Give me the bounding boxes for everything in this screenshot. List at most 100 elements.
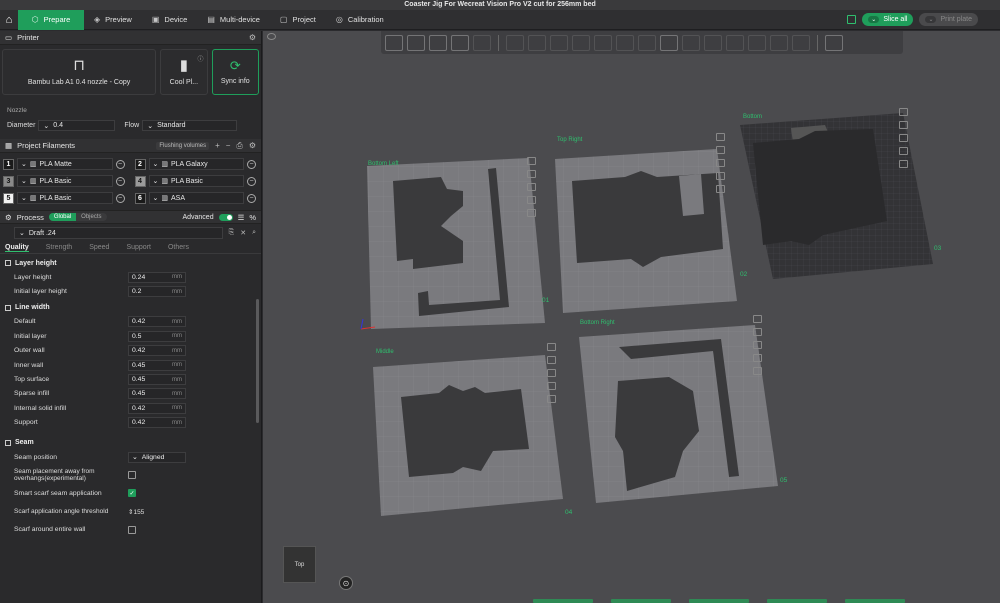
orient-plate-icon[interactable] xyxy=(899,134,908,142)
sync-info-button[interactable]: ⟳ Sync info xyxy=(211,49,259,95)
save-preset-icon[interactable]: ⎘ xyxy=(229,229,235,237)
setting-input[interactable]: 0.45 mm xyxy=(128,388,186,400)
setting-input[interactable]: 0.45 mm xyxy=(128,374,186,386)
setting-input[interactable]: 0.42 mm xyxy=(128,316,186,328)
diameter-select[interactable]: ⌄ 0.4 xyxy=(38,120,116,131)
orient-plate-icon[interactable] xyxy=(547,369,556,377)
tab-preview[interactable]: ◈ Preview xyxy=(84,10,142,30)
remove-filament-icon[interactable]: − xyxy=(115,159,125,169)
filament-select[interactable]: ⌄ ▥ ASA xyxy=(148,192,244,204)
setting-input[interactable]: 0.2 mm xyxy=(128,286,186,298)
close-plate-icon[interactable] xyxy=(753,315,762,323)
smart-scarf-checkbox[interactable]: ✓ xyxy=(128,489,136,498)
settings-scrollbar[interactable] xyxy=(256,299,259,423)
info-icon[interactable]: ⓘ xyxy=(198,54,204,63)
plate-thumb[interactable] xyxy=(689,599,749,603)
remove-filament-icon[interactable]: − xyxy=(247,193,256,203)
lock-plate-icon[interactable] xyxy=(527,196,536,204)
plate-4[interactable] xyxy=(373,355,563,516)
filament-number[interactable]: 6 xyxy=(134,192,146,204)
orient-plate-icon[interactable] xyxy=(527,183,536,191)
setting-input[interactable]: 0.42 mm xyxy=(128,417,186,429)
plate-5[interactable] xyxy=(579,325,778,503)
list-icon[interactable]: ☰ xyxy=(238,213,245,222)
setting-input[interactable]: 0.24 mm xyxy=(128,271,186,283)
subtab-others[interactable]: Others xyxy=(168,244,189,251)
lock-plate-icon[interactable] xyxy=(716,172,725,180)
process-preset-select[interactable]: ⌄ Draft .24 xyxy=(14,227,223,239)
plate-list-icon[interactable] xyxy=(847,15,857,24)
3d-viewport[interactable]: Bottom Left 01 Top Right 02 Bottom 03 Mi… xyxy=(263,31,1000,603)
view-cube[interactable]: Top xyxy=(283,546,316,583)
setting-input[interactable]: 0.5 mm xyxy=(128,330,186,342)
seam-position-select[interactable]: ⌄ Aligned xyxy=(128,451,186,463)
setting-input[interactable]: 0.45 mm xyxy=(128,359,186,371)
plate-thumb[interactable] xyxy=(767,599,827,603)
close-plate-icon[interactable] xyxy=(716,133,725,141)
subtab-strength[interactable]: Strength xyxy=(46,244,72,251)
arrange-plate-icon[interactable] xyxy=(547,356,556,364)
printer-settings-icon[interactable]: ⚙ xyxy=(249,33,256,42)
lock-plate-icon[interactable] xyxy=(899,147,908,155)
remove-icon[interactable]: − xyxy=(226,141,231,150)
setting-input[interactable]: 0.42 mm xyxy=(128,402,186,414)
filament-select[interactable]: ⌄ ▥ PLA Basic xyxy=(17,192,113,204)
arrange-plate-icon[interactable] xyxy=(527,170,536,178)
plate-1[interactable] xyxy=(367,158,545,329)
orient-plate-icon[interactable] xyxy=(716,159,725,167)
tab-project[interactable]: ▢ Project xyxy=(270,10,326,30)
arrange-plate-icon[interactable] xyxy=(899,121,908,129)
filament-number[interactable]: 5 xyxy=(3,192,14,204)
add-icon[interactable]: + xyxy=(215,141,220,150)
subtab-support[interactable]: Support xyxy=(126,244,151,251)
subtab-quality[interactable]: Quality xyxy=(5,244,29,252)
plate-settings-icon[interactable] xyxy=(716,185,725,193)
scarf-angle-stepper[interactable]: ⇕155 xyxy=(128,508,144,516)
close-plate-icon[interactable] xyxy=(527,157,536,165)
remove-filament-icon[interactable]: − xyxy=(247,176,256,186)
scope-objects[interactable]: Objects xyxy=(76,213,107,221)
zoom-fit-icon[interactable]: ⊙ xyxy=(339,576,353,590)
flushing-volumes-button[interactable]: Flushing volumes xyxy=(156,141,210,150)
tab-device[interactable]: ▣ Device xyxy=(142,10,198,30)
remove-filament-icon[interactable]: − xyxy=(247,159,256,169)
lock-plate-icon[interactable] xyxy=(753,354,762,362)
flow-select[interactable]: ⌄ Standard xyxy=(142,120,238,131)
home-icon[interactable]: ⌂ xyxy=(0,10,18,30)
filament-number[interactable]: 3 xyxy=(3,175,14,187)
seam-away-checkbox[interactable] xyxy=(128,471,136,480)
filament-number[interactable]: 4 xyxy=(134,175,146,187)
filament-select[interactable]: ⌄ ▥ PLA Basic xyxy=(17,175,113,187)
print-plate-button[interactable]: ⌄ Print plate xyxy=(919,13,978,26)
filament-number[interactable]: 2 xyxy=(134,158,146,170)
arrange-plate-icon[interactable] xyxy=(716,146,725,154)
printer-selector[interactable]: ⊓ Bambu Lab A1 0.4 nozzle - Copy xyxy=(2,49,157,95)
close-plate-icon[interactable] xyxy=(547,343,556,351)
plate-settings-icon[interactable] xyxy=(899,160,908,168)
subtab-speed[interactable]: Speed xyxy=(89,244,109,251)
search-icon[interactable]: ⌕ xyxy=(252,229,256,237)
plate-thumb[interactable] xyxy=(611,599,671,603)
plate-thumb[interactable] xyxy=(845,599,905,603)
arrange-plate-icon[interactable] xyxy=(753,328,762,336)
scarf-entire-checkbox[interactable] xyxy=(128,525,136,534)
close-icon[interactable]: ✕ xyxy=(240,229,246,237)
sync-filaments-icon[interactable]: ⎙ xyxy=(236,141,242,151)
plate-type-selector[interactable]: ⓘ ▮ Cool Pl... xyxy=(160,49,208,95)
close-plate-icon[interactable] xyxy=(899,108,908,116)
setting-input[interactable]: 0.42 mm xyxy=(128,345,186,357)
filament-select[interactable]: ⌄ ▥ PLA Galaxy xyxy=(148,158,244,170)
plate-2[interactable] xyxy=(555,149,737,313)
tab-prepare[interactable]: ⬡ Prepare xyxy=(18,9,84,30)
tab-multi-device[interactable]: ▤ Multi-device xyxy=(197,10,270,30)
orient-plate-icon[interactable] xyxy=(753,341,762,349)
plate-settings-icon[interactable] xyxy=(753,367,762,375)
scope-global[interactable]: Global xyxy=(48,213,77,221)
advanced-toggle[interactable] xyxy=(218,213,233,221)
remove-filament-icon[interactable]: − xyxy=(115,176,125,186)
slice-dropdown-icon[interactable]: ⌄ xyxy=(868,16,880,23)
filament-select[interactable]: ⌄ ▥ PLA Basic xyxy=(148,175,244,187)
tab-calibration[interactable]: ◎ Calibration xyxy=(326,10,394,30)
plate-thumb[interactable] xyxy=(533,599,593,603)
filament-number[interactable]: 1 xyxy=(3,158,14,170)
